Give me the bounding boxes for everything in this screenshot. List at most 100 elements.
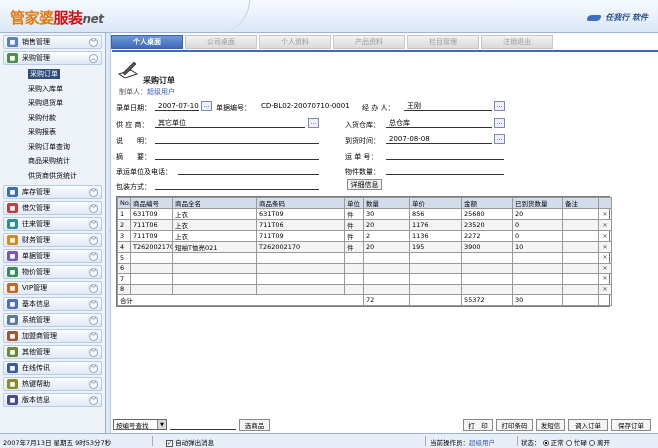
save-order-button[interactable]: 保存订单 — [611, 419, 651, 431]
delete-row-icon[interactable]: ✕ — [598, 208, 612, 220]
grid-cell-code[interactable] — [130, 262, 173, 274]
warehouse-field[interactable]: 总仓库 — [386, 118, 492, 128]
tab-1[interactable]: 公司桌面 — [185, 35, 257, 49]
remark-field[interactable] — [155, 134, 319, 144]
arrival-field[interactable]: 2007-08-08 — [386, 134, 492, 144]
grid-cell-barcode[interactable] — [256, 262, 345, 274]
print-button[interactable]: 打 印 — [463, 419, 493, 431]
grid-cell-code[interactable]: 711T09 — [130, 230, 173, 242]
pack-field[interactable] — [155, 180, 319, 190]
grid-cell-unit[interactable]: 件 — [344, 230, 364, 242]
grid-cell-no[interactable]: 8 — [117, 283, 131, 295]
summary-field[interactable] — [155, 150, 319, 160]
sidebar-group-8[interactable]: ■ VIP管理 ︾ — [3, 281, 102, 295]
chevron-down-icon[interactable]: ︾ — [89, 395, 98, 405]
grid-cell-price[interactable]: 856 — [409, 208, 462, 220]
handler-field[interactable]: 王刚 — [404, 101, 492, 111]
chevron-down-icon[interactable]: ︾ — [89, 251, 98, 261]
grid-cell-qty[interactable] — [363, 252, 410, 264]
sidebar-group-10[interactable]: ■ 系统管理 ︾ — [3, 313, 102, 327]
grid-cell-name[interactable]: 上衣 — [172, 230, 257, 242]
send-sms-button[interactable]: 发短信 — [536, 419, 565, 431]
grid-cell-barcode[interactable] — [256, 283, 345, 295]
grid-cell-no[interactable]: 3 — [117, 230, 131, 242]
state-busy-radio[interactable] — [565, 440, 572, 446]
sidebar-splitter[interactable]: ⋮ — [106, 33, 112, 433]
search-mode-select[interactable]: 按编号查找 ▼ — [113, 419, 167, 430]
supplier-picker-button[interactable]: … — [308, 118, 319, 128]
grid-cell-note[interactable] — [562, 252, 599, 264]
grid-cell-no[interactable]: 5 — [117, 252, 131, 264]
sidebar-item-1-0[interactable]: 采购订单 — [0, 67, 105, 82]
grid-cell-unit[interactable]: 件 — [344, 241, 364, 253]
sidebar-group-0[interactable]: ■ 销售管理 ︾ — [3, 35, 102, 49]
delete-row-icon[interactable]: ✕ — [598, 241, 612, 253]
grid-cell-arrived[interactable] — [512, 283, 563, 295]
grid-cell-qty[interactable] — [363, 273, 410, 285]
grid-cell-code[interactable]: 711T06 — [130, 219, 173, 231]
grid-cell-unit[interactable] — [344, 262, 364, 274]
tab-5[interactable]: 注销退出 — [481, 35, 553, 49]
print-barcode-button[interactable]: 打印条码 — [496, 419, 533, 431]
chevron-down-icon[interactable]: ︾ — [89, 315, 98, 325]
grid-cell-price[interactable]: 1136 — [409, 230, 462, 242]
tab-4[interactable]: 栏目管理 — [407, 35, 479, 49]
grid-cell-price[interactable]: 1176 — [409, 219, 462, 231]
sidebar-item-1-6[interactable]: 商品采购统计 — [0, 154, 105, 169]
grid-cell-price[interactable] — [409, 283, 462, 295]
delete-row-icon[interactable]: ✕ — [598, 262, 612, 274]
sidebar-group-11[interactable]: ■ 加盟商管理 ︾ — [3, 329, 102, 343]
grid-cell-amount[interactable]: 2272 — [461, 230, 513, 242]
grid-column-header[interactable]: 商品编号 — [130, 197, 173, 209]
grid-cell-unit[interactable]: 件 — [344, 219, 364, 231]
grid-column-header[interactable]: 备注 — [562, 197, 599, 209]
delete-row-icon[interactable]: ✕ — [598, 230, 612, 242]
grid-cell-code[interactable] — [130, 283, 173, 295]
import-order-button[interactable]: 调入订单 — [568, 419, 608, 431]
tab-3[interactable]: 产品资料 — [333, 35, 405, 49]
sidebar-group-9[interactable]: ■ 基本信息 ︾ — [3, 297, 102, 311]
grid-cell-unit[interactable]: 件 — [344, 208, 364, 220]
grid-column-header[interactable]: 单价 — [409, 197, 462, 209]
chevron-down-icon[interactable]: ︾ — [89, 331, 98, 341]
grid-cell-name[interactable] — [172, 273, 257, 285]
grid-cell-amount[interactable]: 23520 — [461, 219, 513, 231]
grid-cell-qty[interactable] — [363, 283, 410, 295]
date-picker-button[interactable]: … — [201, 101, 212, 111]
grid-cell-price[interactable] — [409, 262, 462, 274]
sidebar-item-1-2[interactable]: 采购退货单 — [0, 96, 105, 111]
warehouse-picker-button[interactable]: … — [494, 118, 505, 128]
chevron-down-icon[interactable]: ︾ — [89, 235, 98, 245]
table-row[interactable]: 2 711T06 上衣 711T06 件 20 1176 23520 0 ✕ — [117, 219, 612, 231]
table-row[interactable]: 6 ✕ — [117, 262, 612, 274]
grid-cell-qty[interactable]: 20 — [363, 241, 410, 253]
grid-cell-price[interactable] — [409, 252, 462, 264]
grid-cell-amount[interactable]: 25680 — [461, 208, 513, 220]
arrival-date-picker-button[interactable]: … — [494, 134, 505, 144]
chevron-down-icon[interactable]: ︾ — [89, 283, 98, 293]
grid-cell-note[interactable] — [562, 262, 599, 274]
grid-cell-qty[interactable]: 30 — [363, 208, 410, 220]
grid-cell-unit[interactable] — [344, 252, 364, 264]
grid-cell-arrived[interactable]: 10 — [512, 241, 563, 253]
grid-column-header[interactable]: 已到货数量 — [512, 197, 563, 209]
grid-cell-note[interactable] — [562, 283, 599, 295]
sidebar-item-1-4[interactable]: 采购报表 — [0, 125, 105, 140]
sidebar-group-1[interactable]: ■ 采购管理 ︽ — [3, 51, 102, 65]
grid-cell-note[interactable] — [562, 208, 599, 220]
grid-cell-no[interactable]: 6 — [117, 262, 131, 274]
grid-cell-barcode[interactable]: 631T09 — [256, 208, 345, 220]
grid-cell-barcode[interactable]: 711T09 — [256, 230, 345, 242]
table-row[interactable]: 8 ✕ — [117, 283, 612, 295]
carrier-field[interactable] — [178, 165, 319, 175]
chevron-down-icon[interactable]: ︾ — [89, 203, 98, 213]
grid-column-header[interactable]: No. — [117, 197, 131, 209]
grid-cell-qty[interactable] — [363, 262, 410, 274]
grid-cell-no[interactable]: 7 — [117, 273, 131, 285]
sidebar-item-1-1[interactable]: 采购入库单 — [0, 82, 105, 97]
grid-cell-amount[interactable] — [461, 262, 513, 274]
qty-field[interactable] — [386, 165, 504, 175]
grid-cell-no[interactable]: 4 — [117, 241, 131, 253]
table-row[interactable]: 4 T262002170 短袖T恤亮021 T262002170 件 20 195 3900 1… — [117, 241, 612, 253]
chevron-down-icon[interactable]: ︾ — [89, 219, 98, 229]
